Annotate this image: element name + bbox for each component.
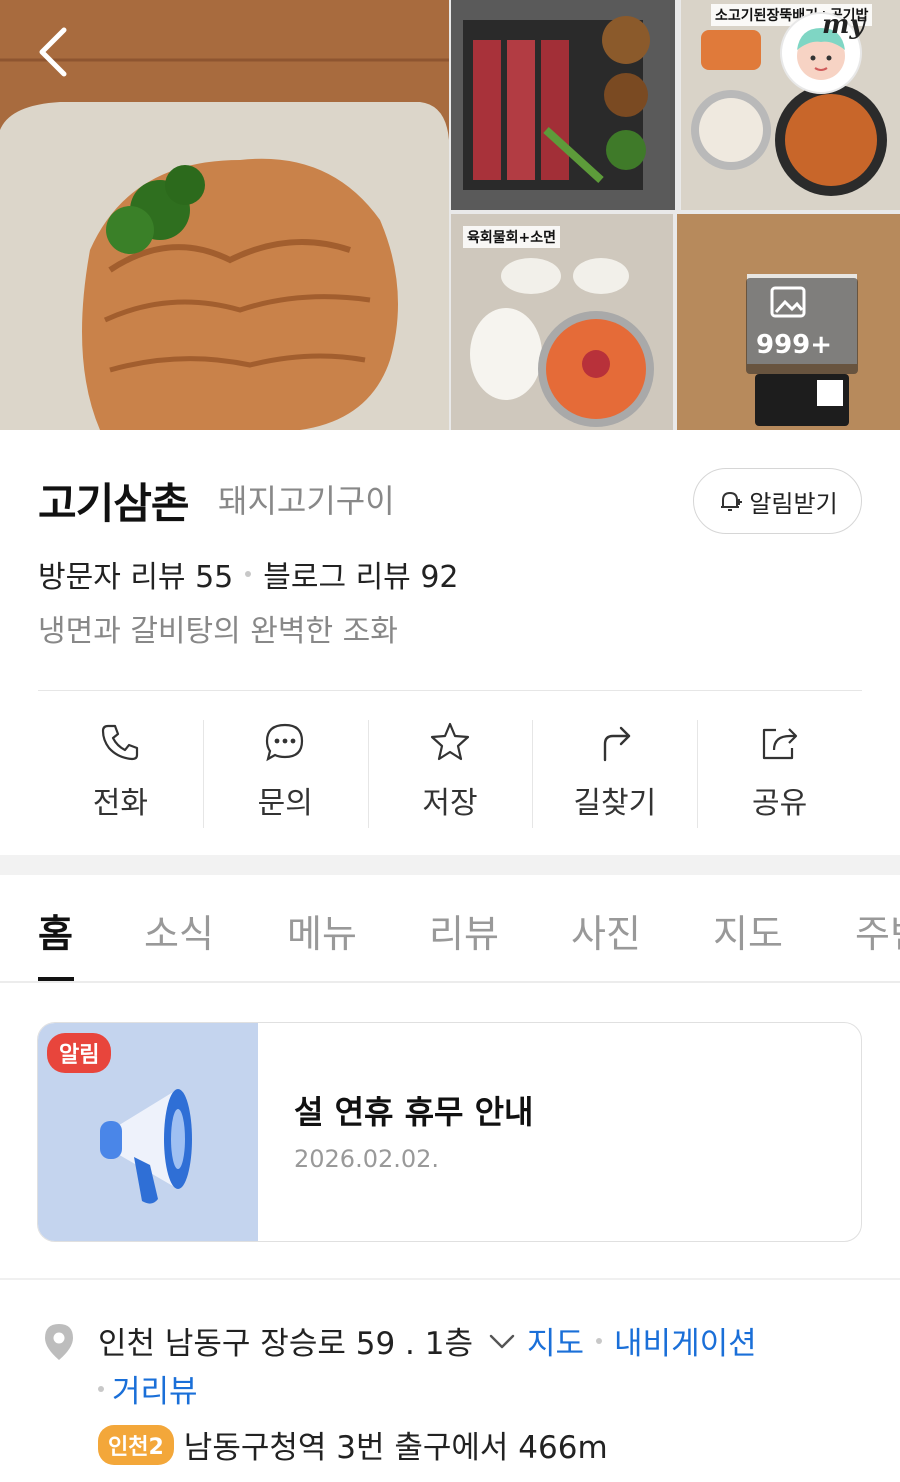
place-title: 고기삼촌 <box>38 479 190 528</box>
directions-icon <box>603 726 630 762</box>
location-pin-icon <box>45 1324 73 1360</box>
active-tab-indicator <box>38 977 74 981</box>
visitor-reviews-link[interactable]: 방문자 리뷰 55 <box>38 552 233 596</box>
tab-news[interactable]: 소식 <box>144 903 214 958</box>
divider <box>38 690 862 691</box>
tab-home[interactable]: 홈 <box>38 903 73 958</box>
tab-reviews[interactable]: 리뷰 <box>429 903 499 958</box>
tab-photos[interactable]: 사진 <box>571 903 641 958</box>
notice-date: 2026.02.02. <box>294 1145 440 1173</box>
notice-card[interactable]: 알림 설 연휴 휴무 안내 2026.02.02. <box>37 1022 862 1242</box>
inquiry-button[interactable]: 문의 <box>202 716 368 830</box>
share-button[interactable]: 공유 <box>697 716 862 830</box>
separator-dot <box>98 1385 104 1392</box>
call-button[interactable]: 전화 <box>38 716 203 830</box>
my-profile-avatar[interactable]: my <box>780 10 865 94</box>
bell-plus-icon <box>721 491 743 511</box>
photo-beef-platter[interactable] <box>451 0 675 210</box>
subway-distance: 남동구청역 3번 출구에서 466m <box>183 1430 608 1466</box>
back-button[interactable] <box>30 22 80 82</box>
tab-menu[interactable]: 메뉴 <box>287 903 357 958</box>
photo-noodle-set[interactable]: 육회물회+소면 <box>451 214 673 430</box>
notify-button[interactable]: 알림받기 <box>693 468 862 534</box>
notice-badge: 알림 <box>47 1033 112 1073</box>
phone-icon <box>102 724 139 761</box>
blog-reviews-link[interactable]: 블로그 리뷰 92 <box>263 552 458 596</box>
more-photos-count: 999+ <box>756 330 833 360</box>
chevron-down-icon[interactable] <box>485 1329 519 1353</box>
place-category: 돼지고기구이 <box>218 482 395 520</box>
separator-dot <box>245 571 252 577</box>
directions-label: 길찾기 <box>573 786 657 821</box>
tab-map[interactable]: 지도 <box>713 903 783 958</box>
notify-button-label: 알림받기 <box>749 489 838 518</box>
subway-info: 인천2 남동구청역 3번 출구에서 466m <box>98 1422 608 1467</box>
notice-thumbnail: 알림 <box>38 1023 258 1241</box>
image-icon <box>770 286 806 318</box>
navigation-link[interactable]: 내비게이션 <box>614 1318 757 1363</box>
share-label: 공유 <box>751 786 808 821</box>
place-tagline: 냉면과 갈비탕의 완벽한 조화 <box>38 614 398 649</box>
call-label: 전화 <box>92 786 148 821</box>
beef-platter-art <box>451 0 675 210</box>
address-text[interactable]: 인천 남동구 장승로 59 . 1층 <box>98 1318 473 1363</box>
review-summary: 방문자 리뷰 55 블로그 리뷰 92 <box>38 552 459 596</box>
save-button[interactable]: 저장 <box>367 716 533 830</box>
subway-line-badge: 인천2 <box>98 1424 174 1465</box>
notice-title: 설 연휴 휴무 안내 <box>294 1093 534 1131</box>
avatar-label: my <box>822 10 865 40</box>
star-icon <box>430 722 470 761</box>
inquiry-label: 문의 <box>257 786 313 821</box>
section-separator <box>0 855 900 875</box>
separator-dot <box>596 1337 603 1344</box>
directions-button[interactable]: 길찾기 <box>532 716 697 830</box>
share-icon <box>762 728 797 760</box>
divider <box>0 1278 900 1280</box>
address-row: 인천 남동구 장승로 59 . 1층 지도 내비게이션 <box>98 1318 757 1363</box>
photo-label-noodle: 육회물회+소면 <box>463 226 561 248</box>
tab-nearby[interactable]: 주변 <box>855 903 900 958</box>
tab-bar: 홈 소식 메뉴 리뷰 사진 지도 주변 <box>0 875 900 983</box>
street-view-link[interactable]: 거리뷰 <box>112 1366 198 1411</box>
action-bar: 전화 문의 저장 길찾기 공유 <box>38 716 862 830</box>
save-label: 저장 <box>422 786 478 821</box>
chat-icon <box>266 723 304 762</box>
address-row-2: 거리뷰 <box>98 1366 198 1411</box>
chevron-left-icon <box>39 27 67 77</box>
photo-gallery: 소고기된장뚝배기+공기밥 육회물회+소면 999+ my <box>0 0 900 430</box>
map-link[interactable]: 지도 <box>527 1318 584 1363</box>
